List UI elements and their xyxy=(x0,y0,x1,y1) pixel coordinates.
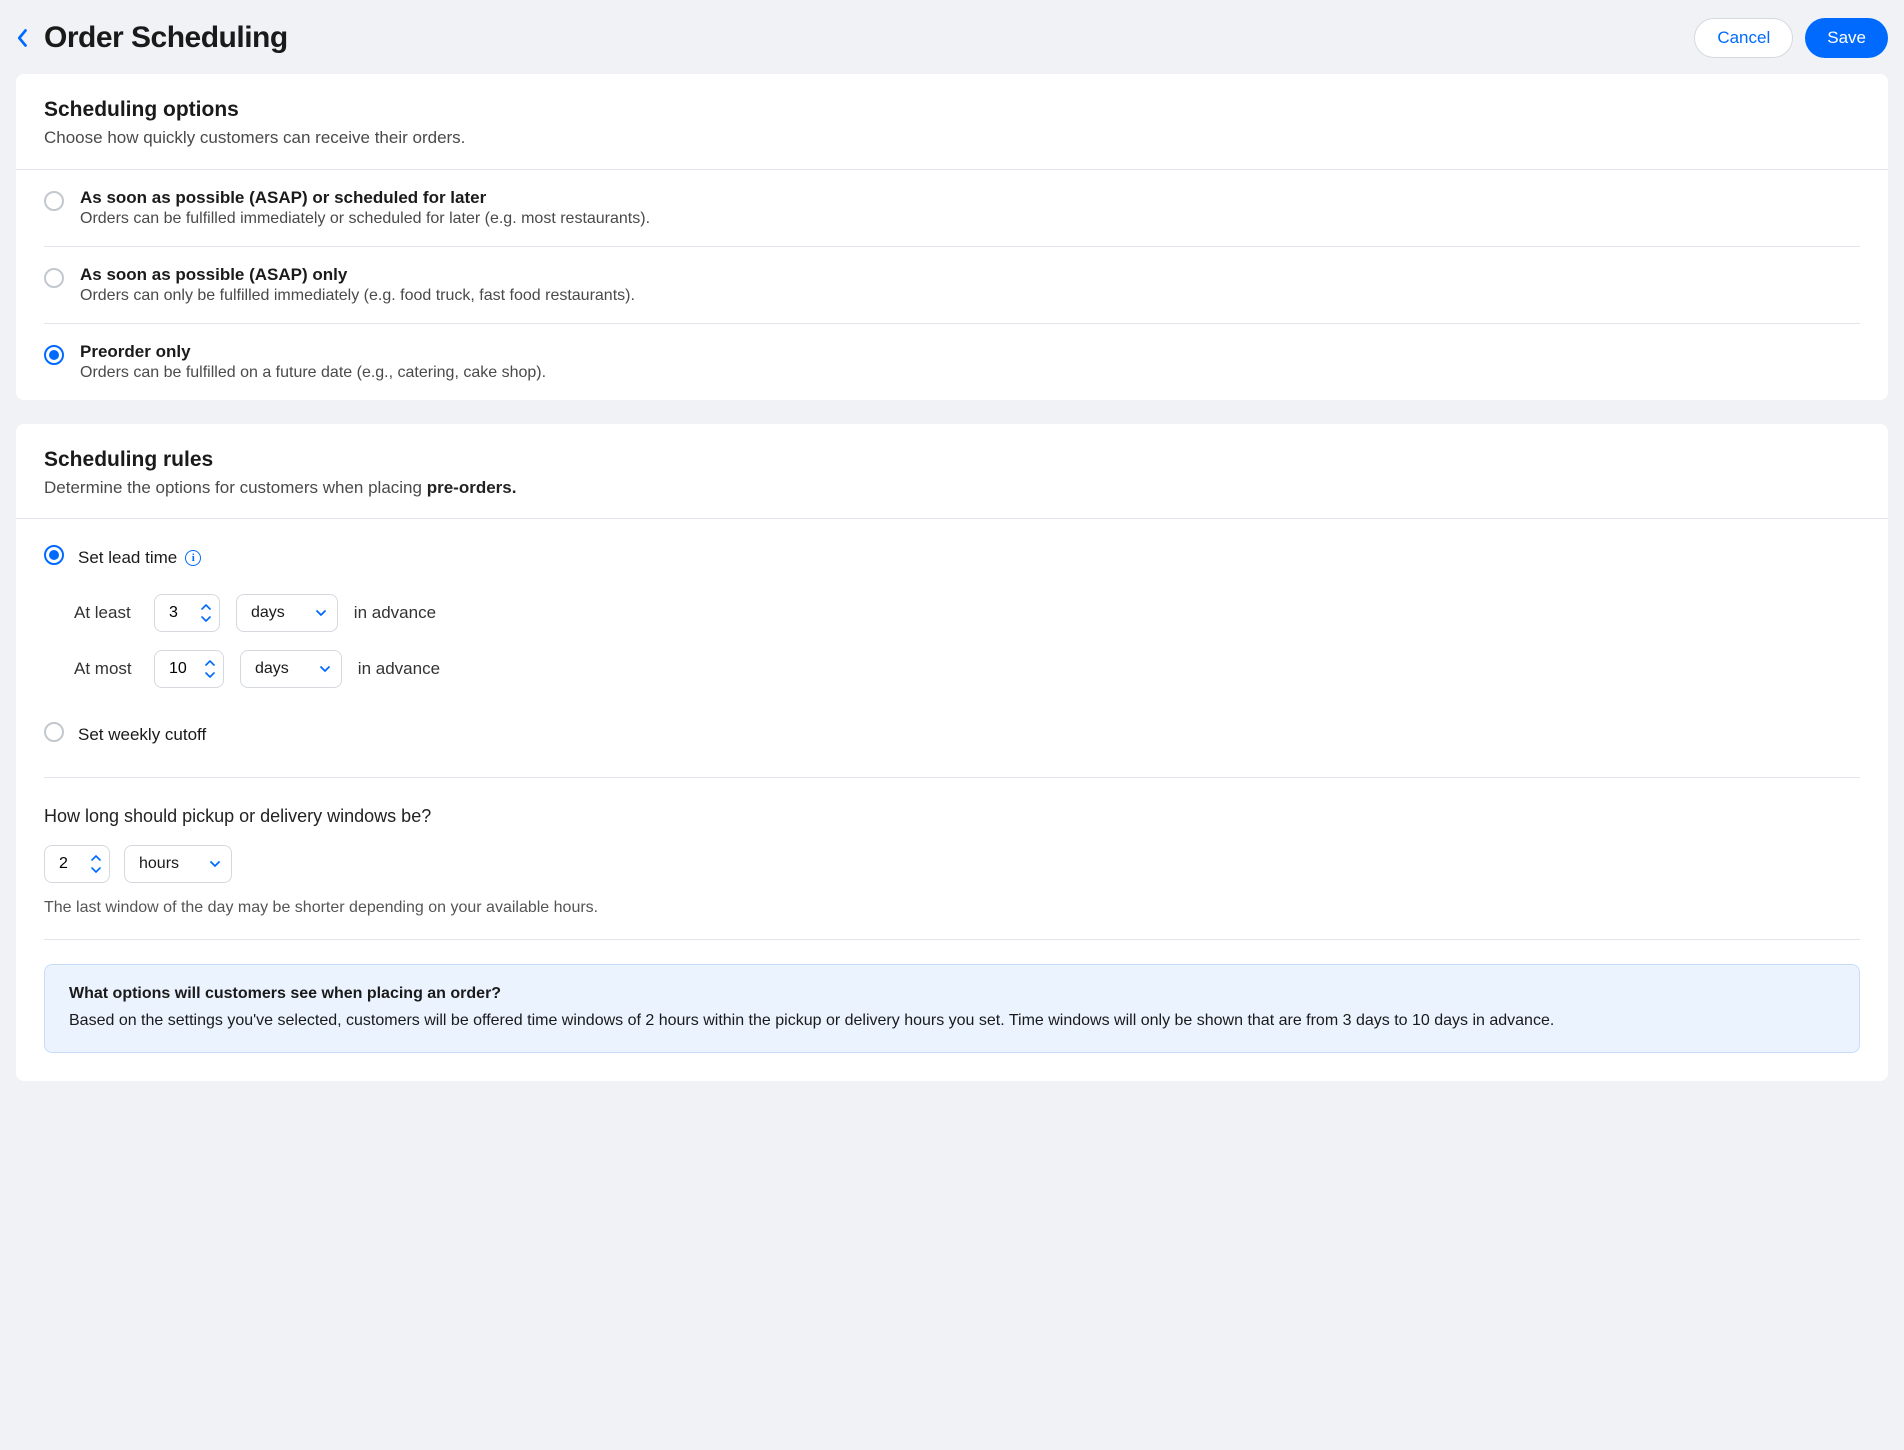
chevron-up-icon xyxy=(91,854,101,862)
option-asap-or-scheduled-radio[interactable] xyxy=(44,191,64,211)
window-length-input[interactable] xyxy=(45,846,89,882)
scheduling-options-title: Scheduling options xyxy=(44,98,1860,122)
stepper-down-button[interactable] xyxy=(203,669,217,681)
notice-body: Based on the settings you've selected, c… xyxy=(69,1009,1835,1032)
at-most-unit-select[interactable]: days xyxy=(240,650,342,688)
option-asap-only-radio[interactable] xyxy=(44,268,64,288)
info-icon[interactable]: i xyxy=(185,550,201,566)
at-most-label: At most xyxy=(74,659,138,679)
page-title: Order Scheduling xyxy=(44,21,288,55)
set-weekly-cutoff-radio[interactable] xyxy=(44,722,64,742)
scheduling-options-subtitle: Choose how quickly customers can receive… xyxy=(44,126,1860,151)
option-title: Preorder only xyxy=(80,342,546,362)
window-unit-select[interactable]: hours xyxy=(124,845,232,883)
at-most-row: At most days in advance xyxy=(74,650,1860,688)
scheduling-rules-subtitle: Determine the options for customers when… xyxy=(44,476,1860,501)
set-weekly-cutoff-option[interactable]: Set weekly cutoff xyxy=(44,716,1860,753)
option-title: As soon as possible (ASAP) or scheduled … xyxy=(80,188,650,208)
option-desc: Orders can be fulfilled immediately or s… xyxy=(80,210,650,228)
in-advance-label: in advance xyxy=(354,603,436,623)
cancel-button[interactable]: Cancel xyxy=(1694,18,1793,58)
option-asap-only[interactable]: As soon as possible (ASAP) only Orders c… xyxy=(44,247,1860,324)
at-least-label: At least xyxy=(74,603,138,623)
stepper-up-button[interactable] xyxy=(89,852,103,864)
scheduling-rules-title: Scheduling rules xyxy=(44,448,1860,472)
chevron-up-icon xyxy=(205,659,215,667)
option-preorder-only-radio[interactable] xyxy=(44,345,64,365)
set-lead-time-label: Set lead time xyxy=(78,548,177,568)
window-length-stepper[interactable] xyxy=(44,845,110,883)
at-least-row: At least days in advance xyxy=(74,594,1860,632)
back-button[interactable] xyxy=(16,24,38,52)
set-lead-time-option[interactable]: Set lead time i xyxy=(44,539,1860,576)
chevron-down-icon xyxy=(209,858,221,870)
at-least-input[interactable] xyxy=(155,595,199,631)
set-lead-time-radio[interactable] xyxy=(44,545,64,565)
scheduling-options-card: Scheduling options Choose how quickly cu… xyxy=(16,74,1888,400)
save-button[interactable]: Save xyxy=(1805,18,1888,58)
at-most-stepper[interactable] xyxy=(154,650,224,688)
window-hint: The last window of the day may be shorte… xyxy=(44,899,1860,917)
at-most-input[interactable] xyxy=(155,651,203,687)
notice-title: What options will customers see when pla… xyxy=(69,985,1835,1003)
at-least-unit-select[interactable]: days xyxy=(236,594,338,632)
chevron-left-icon xyxy=(16,28,30,48)
chevron-up-icon xyxy=(201,603,211,611)
option-asap-or-scheduled[interactable]: As soon as possible (ASAP) or scheduled … xyxy=(44,170,1860,247)
option-desc: Orders can be fulfilled on a future date… xyxy=(80,364,546,382)
in-advance-label: in advance xyxy=(358,659,440,679)
stepper-up-button[interactable] xyxy=(199,601,213,613)
option-title: As soon as possible (ASAP) only xyxy=(80,265,635,285)
chevron-down-icon xyxy=(319,663,331,675)
chevron-down-icon xyxy=(205,671,215,679)
window-length-title: How long should pickup or delivery windo… xyxy=(44,806,1860,827)
customer-options-notice: What options will customers see when pla… xyxy=(44,964,1860,1053)
chevron-down-icon xyxy=(91,866,101,874)
page-header: Order Scheduling Cancel Save xyxy=(16,14,1888,74)
at-least-stepper[interactable] xyxy=(154,594,220,632)
option-desc: Orders can only be fulfilled immediately… xyxy=(80,287,635,305)
stepper-down-button[interactable] xyxy=(199,613,213,625)
chevron-down-icon xyxy=(315,607,327,619)
set-weekly-cutoff-label: Set weekly cutoff xyxy=(78,725,206,745)
stepper-down-button[interactable] xyxy=(89,864,103,876)
chevron-down-icon xyxy=(201,615,211,623)
scheduling-rules-card: Scheduling rules Determine the options f… xyxy=(16,424,1888,1082)
option-preorder-only[interactable]: Preorder only Orders can be fulfilled on… xyxy=(44,324,1860,400)
stepper-up-button[interactable] xyxy=(203,657,217,669)
